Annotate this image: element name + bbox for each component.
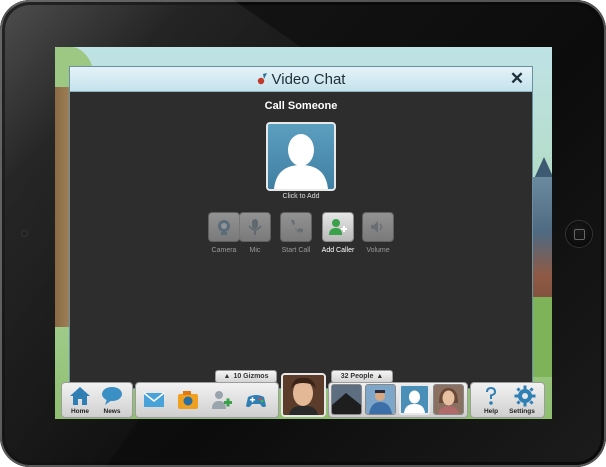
gizmos-tab-label: 10 Gizmos — [233, 373, 269, 380]
camera-icon — [218, 220, 230, 235]
game-controller-icon — [246, 395, 266, 408]
my-avatar-image — [283, 375, 324, 415]
contact-photo — [366, 385, 395, 414]
volume-button[interactable] — [362, 212, 394, 242]
home-hardware-button[interactable] — [566, 221, 592, 247]
person-silhouette-icon — [274, 134, 328, 189]
home-icon — [70, 387, 90, 405]
home-label: Home — [70, 408, 90, 415]
title-bar: Video Chat ✕ — [70, 67, 532, 92]
video-chat-window: Video Chat ✕ Call Someone Click to Add C… — [69, 66, 533, 389]
tablet-screen: Video Chat ✕ Call Someone Click to Add C… — [55, 47, 552, 419]
mail-icon — [143, 392, 165, 407]
mic-button[interactable] — [239, 212, 271, 242]
gizmos-tab-arrow: ▲ — [223, 373, 231, 380]
home-button[interactable]: Home — [66, 385, 94, 417]
settings-label: Settings — [509, 408, 535, 415]
settings-button[interactable]: Settings — [509, 385, 539, 417]
close-button[interactable]: ✕ — [508, 69, 526, 89]
background-castle — [533, 177, 552, 317]
add-friend-button[interactable] — [208, 385, 236, 417]
contact-tile[interactable] — [433, 384, 464, 415]
help-button[interactable]: Help — [477, 385, 505, 417]
mail-button[interactable] — [140, 385, 168, 417]
add-contact-avatar[interactable] — [266, 122, 336, 191]
photos-button[interactable] — [174, 385, 202, 417]
contact-photo — [332, 385, 361, 414]
news-button[interactable]: News — [98, 385, 126, 417]
contact-photo — [434, 385, 463, 414]
my-profile-photo[interactable] — [281, 373, 326, 417]
contact-tile[interactable] — [331, 384, 362, 415]
help-label: Help — [483, 408, 499, 415]
contact-tile-empty[interactable] — [399, 384, 430, 415]
video-chat-logo-icon — [257, 73, 267, 85]
add-person-icon — [329, 219, 347, 235]
volume-label: Volume — [366, 247, 390, 254]
phone-icon — [291, 220, 303, 233]
system-group: Help Settings — [470, 382, 545, 418]
mic-icon — [248, 219, 262, 235]
add-caller-button[interactable] — [322, 212, 354, 242]
call-someone-heading: Call Someone — [264, 100, 338, 112]
start-call-button[interactable] — [280, 212, 312, 242]
add-friend-icon — [212, 391, 232, 409]
click-to-add-label: Click to Add — [282, 193, 320, 200]
nav-group: Home News — [61, 382, 133, 418]
camera-button[interactable] — [208, 212, 240, 242]
news-bubble-icon — [102, 387, 122, 405]
contact-tile[interactable] — [365, 384, 396, 415]
window-title: Video Chat — [271, 70, 346, 88]
apps-group — [135, 382, 279, 418]
people-tab-arrow: ▲ — [376, 373, 384, 380]
front-camera — [22, 231, 27, 236]
gear-icon — [514, 385, 536, 407]
background-grass — [533, 297, 552, 377]
photo-camera-icon — [178, 391, 198, 409]
games-button[interactable] — [242, 385, 270, 417]
volume-icon — [371, 221, 383, 233]
help-question-icon — [486, 387, 496, 405]
people-tab-label: 32 People — [340, 373, 374, 380]
person-silhouette-icon — [401, 386, 428, 413]
news-label: News — [103, 408, 121, 415]
